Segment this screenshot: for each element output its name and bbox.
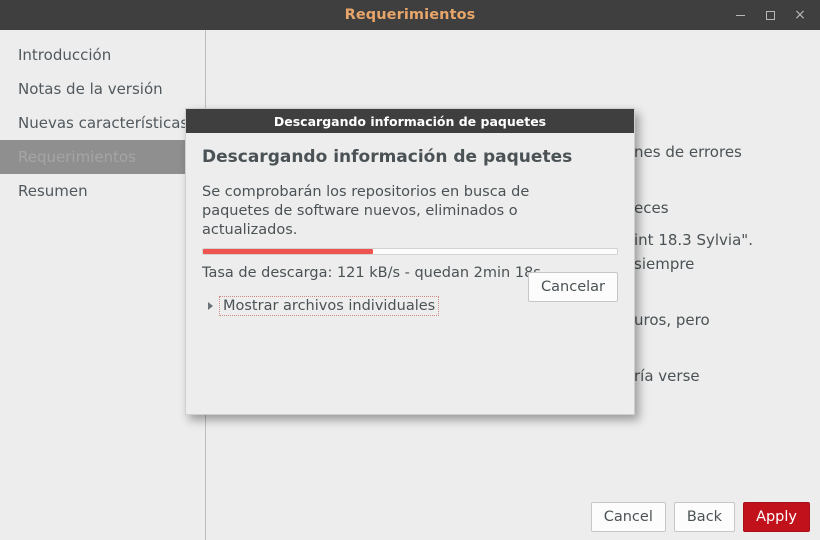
close-icon[interactable]: × — [788, 3, 812, 27]
show-individual-files-expander[interactable]: Mostrar archivos individuales — [208, 296, 440, 316]
action-bar: Cancel Back Apply — [590, 502, 810, 532]
maximize-icon[interactable] — [758, 3, 782, 27]
dialog-titlebar: Descargando información de paquetes — [186, 109, 634, 133]
dialog-heading: Descargando información de paquetes — [202, 147, 573, 167]
cancel-button[interactable]: Cancel — [590, 502, 666, 532]
chevron-right-icon — [208, 302, 213, 310]
download-progress-fill — [203, 249, 373, 254]
dialog-description: Se comprobarán los repositorios en busca… — [202, 184, 530, 238]
dialog-footer: Cancelar — [528, 272, 618, 302]
sidebar-item-label: Notas de la versión — [18, 80, 163, 98]
sidebar-item-label: Resumen — [18, 182, 88, 200]
sidebar-item-label: Nuevas características — [18, 114, 189, 132]
back-button[interactable]: Back — [673, 502, 736, 532]
sidebar-item-label: Requerimientos — [18, 148, 136, 166]
window-title: Requerimientos — [344, 7, 476, 23]
window-titlebar: Requerimientos × — [0, 0, 820, 30]
window-controls: × — [728, 0, 812, 30]
minimize-icon[interactable] — [728, 3, 752, 27]
dialog-cancel-button[interactable]: Cancelar — [528, 272, 618, 302]
apply-button[interactable]: Apply — [743, 502, 810, 532]
download-progress-dialog: Descargando información de paquetes Desc… — [185, 108, 635, 415]
sidebar: Introducción Notas de la versión Nuevas … — [0, 30, 206, 540]
sidebar-item-introduccion[interactable]: Introducción — [0, 38, 205, 72]
sidebar-item-resumen[interactable]: Resumen — [0, 174, 205, 208]
download-progress-bar — [202, 248, 618, 255]
dialog-titlebar-title: Descargando información de paquetes — [273, 113, 547, 129]
sidebar-item-notas-de-la-version[interactable]: Notas de la versión — [0, 72, 205, 106]
sidebar-item-label: Introducción — [18, 46, 112, 64]
sidebar-item-requerimientos[interactable]: Requerimientos — [0, 140, 205, 174]
sidebar-item-nuevas-caracteristicas[interactable]: Nuevas características — [0, 106, 205, 140]
show-individual-files-label: Mostrar archivos individuales — [219, 296, 440, 316]
application-window: Requerimientos × Introducción Notas de l… — [0, 0, 820, 540]
dialog-body: Descargando información de paquetes Se c… — [186, 133, 634, 316]
